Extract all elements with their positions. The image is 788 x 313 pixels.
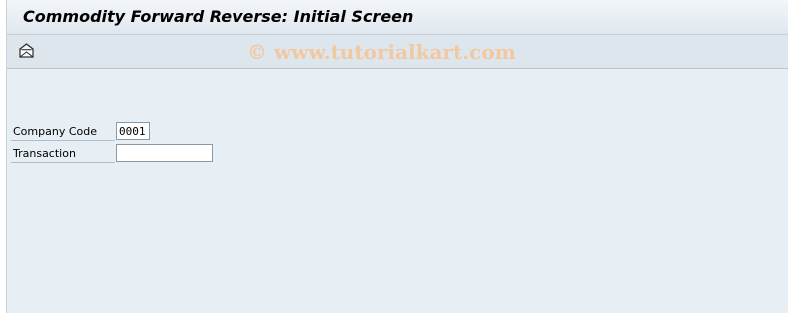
title-bar: Commodity Forward Reverse: Initial Scree…: [7, 0, 788, 35]
transaction-underline: [11, 162, 115, 163]
company-code-underline: [11, 140, 115, 141]
company-code-label: Company Code: [13, 125, 97, 138]
transaction-field[interactable]: [116, 144, 213, 162]
page-title: Commodity Forward Reverse: Initial Scree…: [23, 7, 414, 26]
sap-screen: Commodity Forward Reverse: Initial Scree…: [6, 0, 788, 313]
application-toolbar: © www.tutorialkart.com: [7, 35, 788, 69]
watermark-text: © www.tutorialkart.com: [247, 40, 516, 64]
execute-icon[interactable]: [17, 42, 37, 60]
transaction-label: Transaction: [13, 147, 76, 160]
company-code-field[interactable]: [116, 122, 150, 140]
